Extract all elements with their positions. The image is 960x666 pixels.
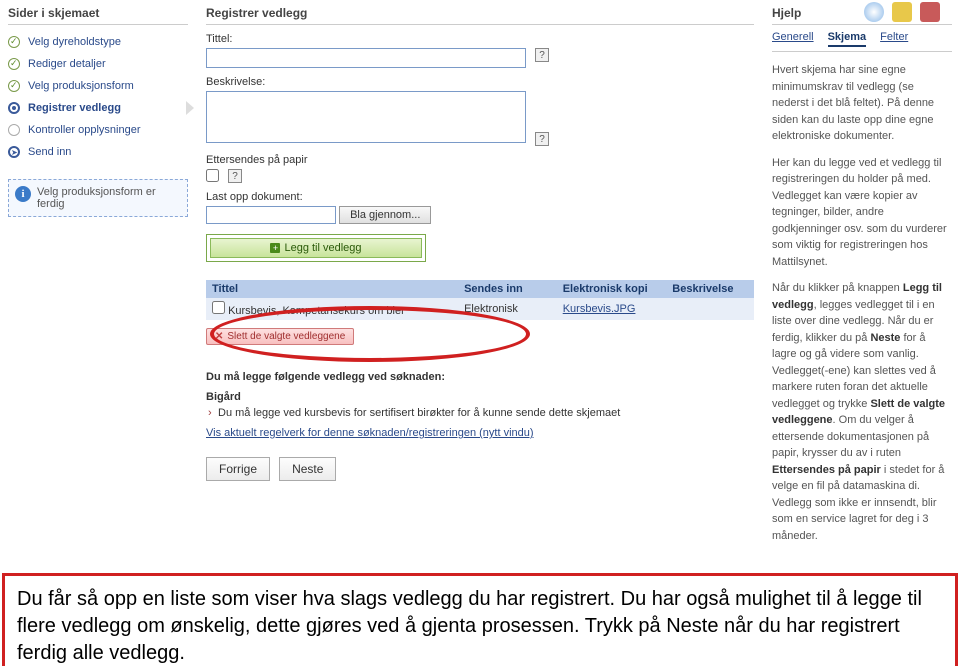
- info-callout: i Velg produksjonsform er ferdig: [8, 179, 188, 217]
- file-path-input[interactable]: [206, 206, 336, 224]
- pending-icon: [8, 124, 20, 136]
- description-input[interactable]: [206, 91, 526, 143]
- description-label: Beskrivelse:: [206, 76, 754, 88]
- row-title: Kursbevis, Kompetansekurs om bier: [228, 305, 405, 317]
- col-send: Sendes inn: [458, 280, 557, 298]
- row-send: Elektronisk: [458, 298, 557, 320]
- col-copy: Elektronisk kopi: [557, 280, 667, 298]
- crest-icon: [920, 2, 940, 22]
- requirement-item: Du må legge ved kursbevis for sertifiser…: [206, 407, 754, 419]
- help-p2b: Når du klikker på knappen Legg til vedle…: [772, 280, 952, 544]
- info-icon: i: [15, 186, 31, 202]
- plus-icon: +: [270, 243, 280, 253]
- title-label: Tittel:: [206, 33, 754, 45]
- upload-label: Last opp dokument:: [206, 191, 754, 203]
- help-p2a: Her kan du legge ved et vedlegg til regi…: [772, 155, 952, 271]
- instruction-overlay: Du får så opp en liste som viser hva sla…: [2, 573, 958, 666]
- step-kontroller-opplysninger[interactable]: Kontroller opplysninger: [8, 119, 188, 141]
- header-decorative-icons: [864, 2, 940, 22]
- help-p1: Hvert skjema har sine egne minimumskrav …: [772, 62, 952, 145]
- current-step-icon: [8, 102, 20, 114]
- table-row: Kursbevis, Kompetansekurs om bier Elektr…: [206, 298, 754, 320]
- sidebar-heading: Sider i skjemaet: [8, 4, 188, 25]
- add-attachment-button[interactable]: +Legg til vedlegg: [210, 238, 422, 258]
- check-icon: [8, 36, 20, 48]
- help-tabs: Generell Skjema Felter: [772, 31, 952, 52]
- regulations-link[interactable]: Vis aktuelt regelverk for denne søknaden…: [206, 427, 534, 439]
- tab-skjema[interactable]: Skjema: [828, 31, 867, 47]
- tab-felter[interactable]: Felter: [880, 31, 908, 47]
- shield-icon: [892, 2, 912, 22]
- send-icon: [8, 146, 20, 158]
- help-body: Hvert skjema har sine egne minimumskrav …: [772, 62, 952, 544]
- delete-selected-button[interactable]: ✕Slett de valgte vedleggene: [206, 328, 354, 345]
- step-rediger-detaljer[interactable]: Rediger detaljer: [8, 53, 188, 75]
- help-icon[interactable]: ?: [535, 132, 549, 146]
- check-icon: [8, 58, 20, 70]
- step-velg-dyreholdstype[interactable]: Velg dyreholdstype: [8, 31, 188, 53]
- row-select-checkbox[interactable]: [212, 301, 225, 314]
- table-actions-row: ✕Slett de valgte vedleggene: [206, 320, 754, 349]
- check-icon: [8, 80, 20, 92]
- previous-button[interactable]: Forrige: [206, 457, 270, 481]
- requirements-heading: Du må legge følgende vedlegg ved søknade…: [206, 371, 754, 383]
- attachments-table: Tittel Sendes inn Elektronisk kopi Beskr…: [206, 280, 754, 349]
- postpone-checkbox[interactable]: [206, 169, 219, 182]
- row-desc: [666, 298, 754, 320]
- wizard-steps: Velg dyreholdstype Rediger detaljer Velg…: [8, 31, 188, 163]
- row-file-link[interactable]: Kursbevis.JPG: [563, 303, 636, 315]
- orb-icon: [864, 2, 884, 22]
- title-input[interactable]: [206, 48, 526, 68]
- postpone-label: Ettersendes på papir: [206, 154, 754, 166]
- col-title: Tittel: [206, 280, 458, 298]
- browse-button[interactable]: Bla gjennom...: [339, 206, 431, 224]
- chevron-right-icon: [186, 101, 194, 115]
- requirements-subhead: Bigård: [206, 391, 754, 403]
- step-velg-produksjonsform[interactable]: Velg produksjonsform: [8, 75, 188, 97]
- next-button[interactable]: Neste: [279, 457, 336, 481]
- info-text: Velg produksjonsform er ferdig: [37, 186, 156, 210]
- step-registrer-vedlegg[interactable]: Registrer vedlegg: [8, 97, 188, 119]
- x-icon: ✕: [215, 331, 223, 342]
- tab-generell[interactable]: Generell: [772, 31, 814, 47]
- help-icon[interactable]: ?: [228, 169, 242, 183]
- step-send-inn[interactable]: Send inn: [8, 141, 188, 163]
- help-icon[interactable]: ?: [535, 48, 549, 62]
- main-heading: Registrer vedlegg: [206, 4, 754, 25]
- col-desc: Beskrivelse: [666, 280, 754, 298]
